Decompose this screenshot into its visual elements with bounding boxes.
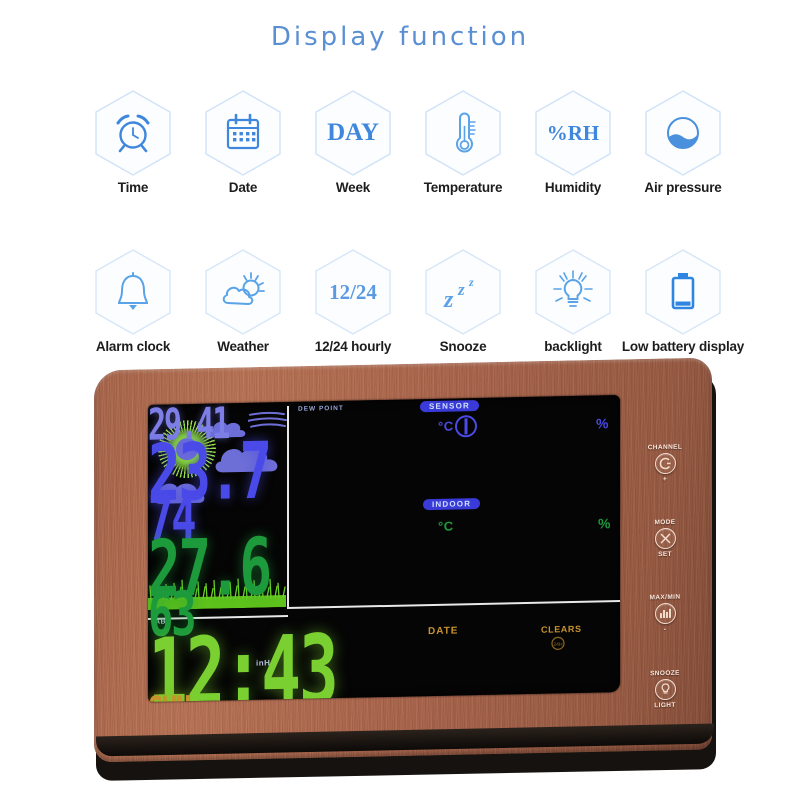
lcd-screen[interactable]: ABS 29.41 inHg DEW POINT SENSOR 23.7 °C … (148, 395, 620, 702)
outdoor-humidity-unit: % (596, 415, 609, 432)
bell-icon (117, 272, 149, 310)
feature-weather[interactable]: Weather (188, 247, 298, 354)
feature-humidity-hex: %RH (532, 88, 614, 178)
feature-row-1: Time Date DAY Week Temperature %RH Humid… (78, 88, 738, 195)
alarm-clears-label: CLEARS (541, 623, 582, 635)
button-snooze-light[interactable]: SNOOZE LIGHT (634, 669, 696, 710)
date-label: DATE (428, 625, 459, 638)
feature-air-pressure-label: Air pressure (644, 180, 722, 195)
button-light-bottom-label: LIGHT (654, 701, 676, 710)
feature-backlight[interactable]: backlight (518, 247, 628, 354)
button-max-min-top-label: MAX/MIN (649, 593, 681, 602)
indoor-badge: INDOOR (423, 497, 481, 511)
svg-text:24H: 24H (553, 642, 563, 648)
svg-text:z: z (468, 275, 474, 289)
mode-set-icon[interactable] (654, 527, 676, 550)
button-mode-top-label: MODE (654, 518, 676, 527)
outdoor-temp-unit: °C (438, 418, 454, 434)
button-set-bottom-label: SET (658, 550, 672, 559)
feature-time[interactable]: Time (78, 88, 188, 195)
button-max-min-bottom-label: - (663, 625, 667, 634)
feature-low-battery-display[interactable]: Low battery display (622, 247, 744, 354)
button-mode-set[interactable]: MODE SET (634, 518, 696, 558)
button-channel-bottom-label: + (662, 475, 668, 484)
feature-low-battery-display-hex (642, 247, 724, 337)
feature-low-battery-display-label: Low battery display (621, 339, 745, 354)
dew-point-label: DEW POINT (298, 404, 344, 413)
alarm-24h-icon: 24H (551, 636, 565, 655)
lightbulb-icon (553, 270, 593, 307)
feature-date-label: Date (228, 180, 258, 195)
button-max-min[interactable]: MAX/MIN - (634, 593, 696, 633)
sun-cloud-icon (222, 272, 265, 305)
battery-icon (671, 273, 695, 310)
weather-station-device: ABS 29.41 inHg DEW POINT SENSOR 23.7 °C … (86, 357, 726, 781)
feature-time-hex (92, 88, 174, 178)
feature-weather-hex (202, 247, 284, 337)
alarm-clock-icon (116, 114, 150, 153)
indoor-temp-unit: °C (438, 518, 454, 534)
feature-temperature-hex (422, 88, 504, 178)
feature-temperature-label: Temperature (423, 180, 503, 195)
feature-weather-label: Weather (217, 339, 269, 354)
svg-text:z: z (457, 280, 465, 299)
page-title: Display function (270, 22, 530, 52)
channel-indicator (454, 414, 478, 444)
svg-text:z: z (443, 287, 454, 313)
feature-alarm-clock-label: Alarm clock (95, 339, 171, 354)
button-snooze-top-label: SNOOZE (650, 669, 680, 678)
thermometer-icon (456, 112, 476, 153)
feature-12-24-hourly[interactable]: 12/24 12/24 hourly (298, 247, 408, 354)
feature-air-pressure-hex (642, 88, 724, 178)
feature-row-2: Alarm clock Weather 12/24 12/24 hourly z… (78, 247, 744, 354)
feature-week-label: Week (335, 180, 371, 195)
day-text-icon: DAY (327, 119, 379, 146)
feature-snooze-label: Snooze (439, 339, 487, 354)
twelve-twentyfour-text-icon: 12/24 (329, 279, 377, 304)
feature-backlight-label: backlight (544, 339, 602, 354)
zzz-icon: z z z (443, 275, 474, 313)
indoor-humidity-unit: % (598, 515, 611, 532)
feature-backlight-hex (532, 247, 614, 337)
feature-temperature[interactable]: Temperature (408, 88, 518, 195)
feature-date-hex (202, 88, 284, 178)
button-channel-top-label: CHANNEL (647, 443, 683, 452)
feature-date[interactable]: Date (188, 88, 298, 195)
feature-humidity-label: Humidity (544, 180, 602, 195)
feature-time-label: Time (117, 180, 149, 195)
feature-snooze[interactable]: z z z Snooze (408, 247, 518, 354)
feature-week-hex: DAY (312, 88, 394, 178)
max-min-icon[interactable] (654, 602, 676, 625)
feature-snooze-hex: z z z (422, 247, 504, 337)
calendar-icon (226, 113, 260, 150)
snooze-light-icon[interactable] (654, 678, 676, 701)
barometer-icon (667, 117, 699, 149)
sensor-badge: SENSOR (420, 400, 479, 413)
feature-alarm-clock[interactable]: Alarm clock (78, 247, 188, 354)
feature-12-24-hourly-hex: 12/24 (312, 247, 394, 337)
feature-alarm-clock-hex (92, 247, 174, 337)
feature-12-24-hourly-label: 12/24 hourly (314, 339, 392, 354)
button-channel[interactable]: CHANNEL + (634, 443, 696, 483)
feature-week[interactable]: DAY Week (298, 88, 408, 195)
channel-icon[interactable] (654, 452, 676, 475)
feature-grid: Time Date DAY Week Temperature %RH Humid… (78, 88, 744, 354)
percent-rh-text-icon: %RH (546, 120, 600, 145)
feature-humidity[interactable]: %RH Humidity (518, 88, 628, 195)
feature-air-pressure[interactable]: Air pressure (628, 88, 738, 195)
